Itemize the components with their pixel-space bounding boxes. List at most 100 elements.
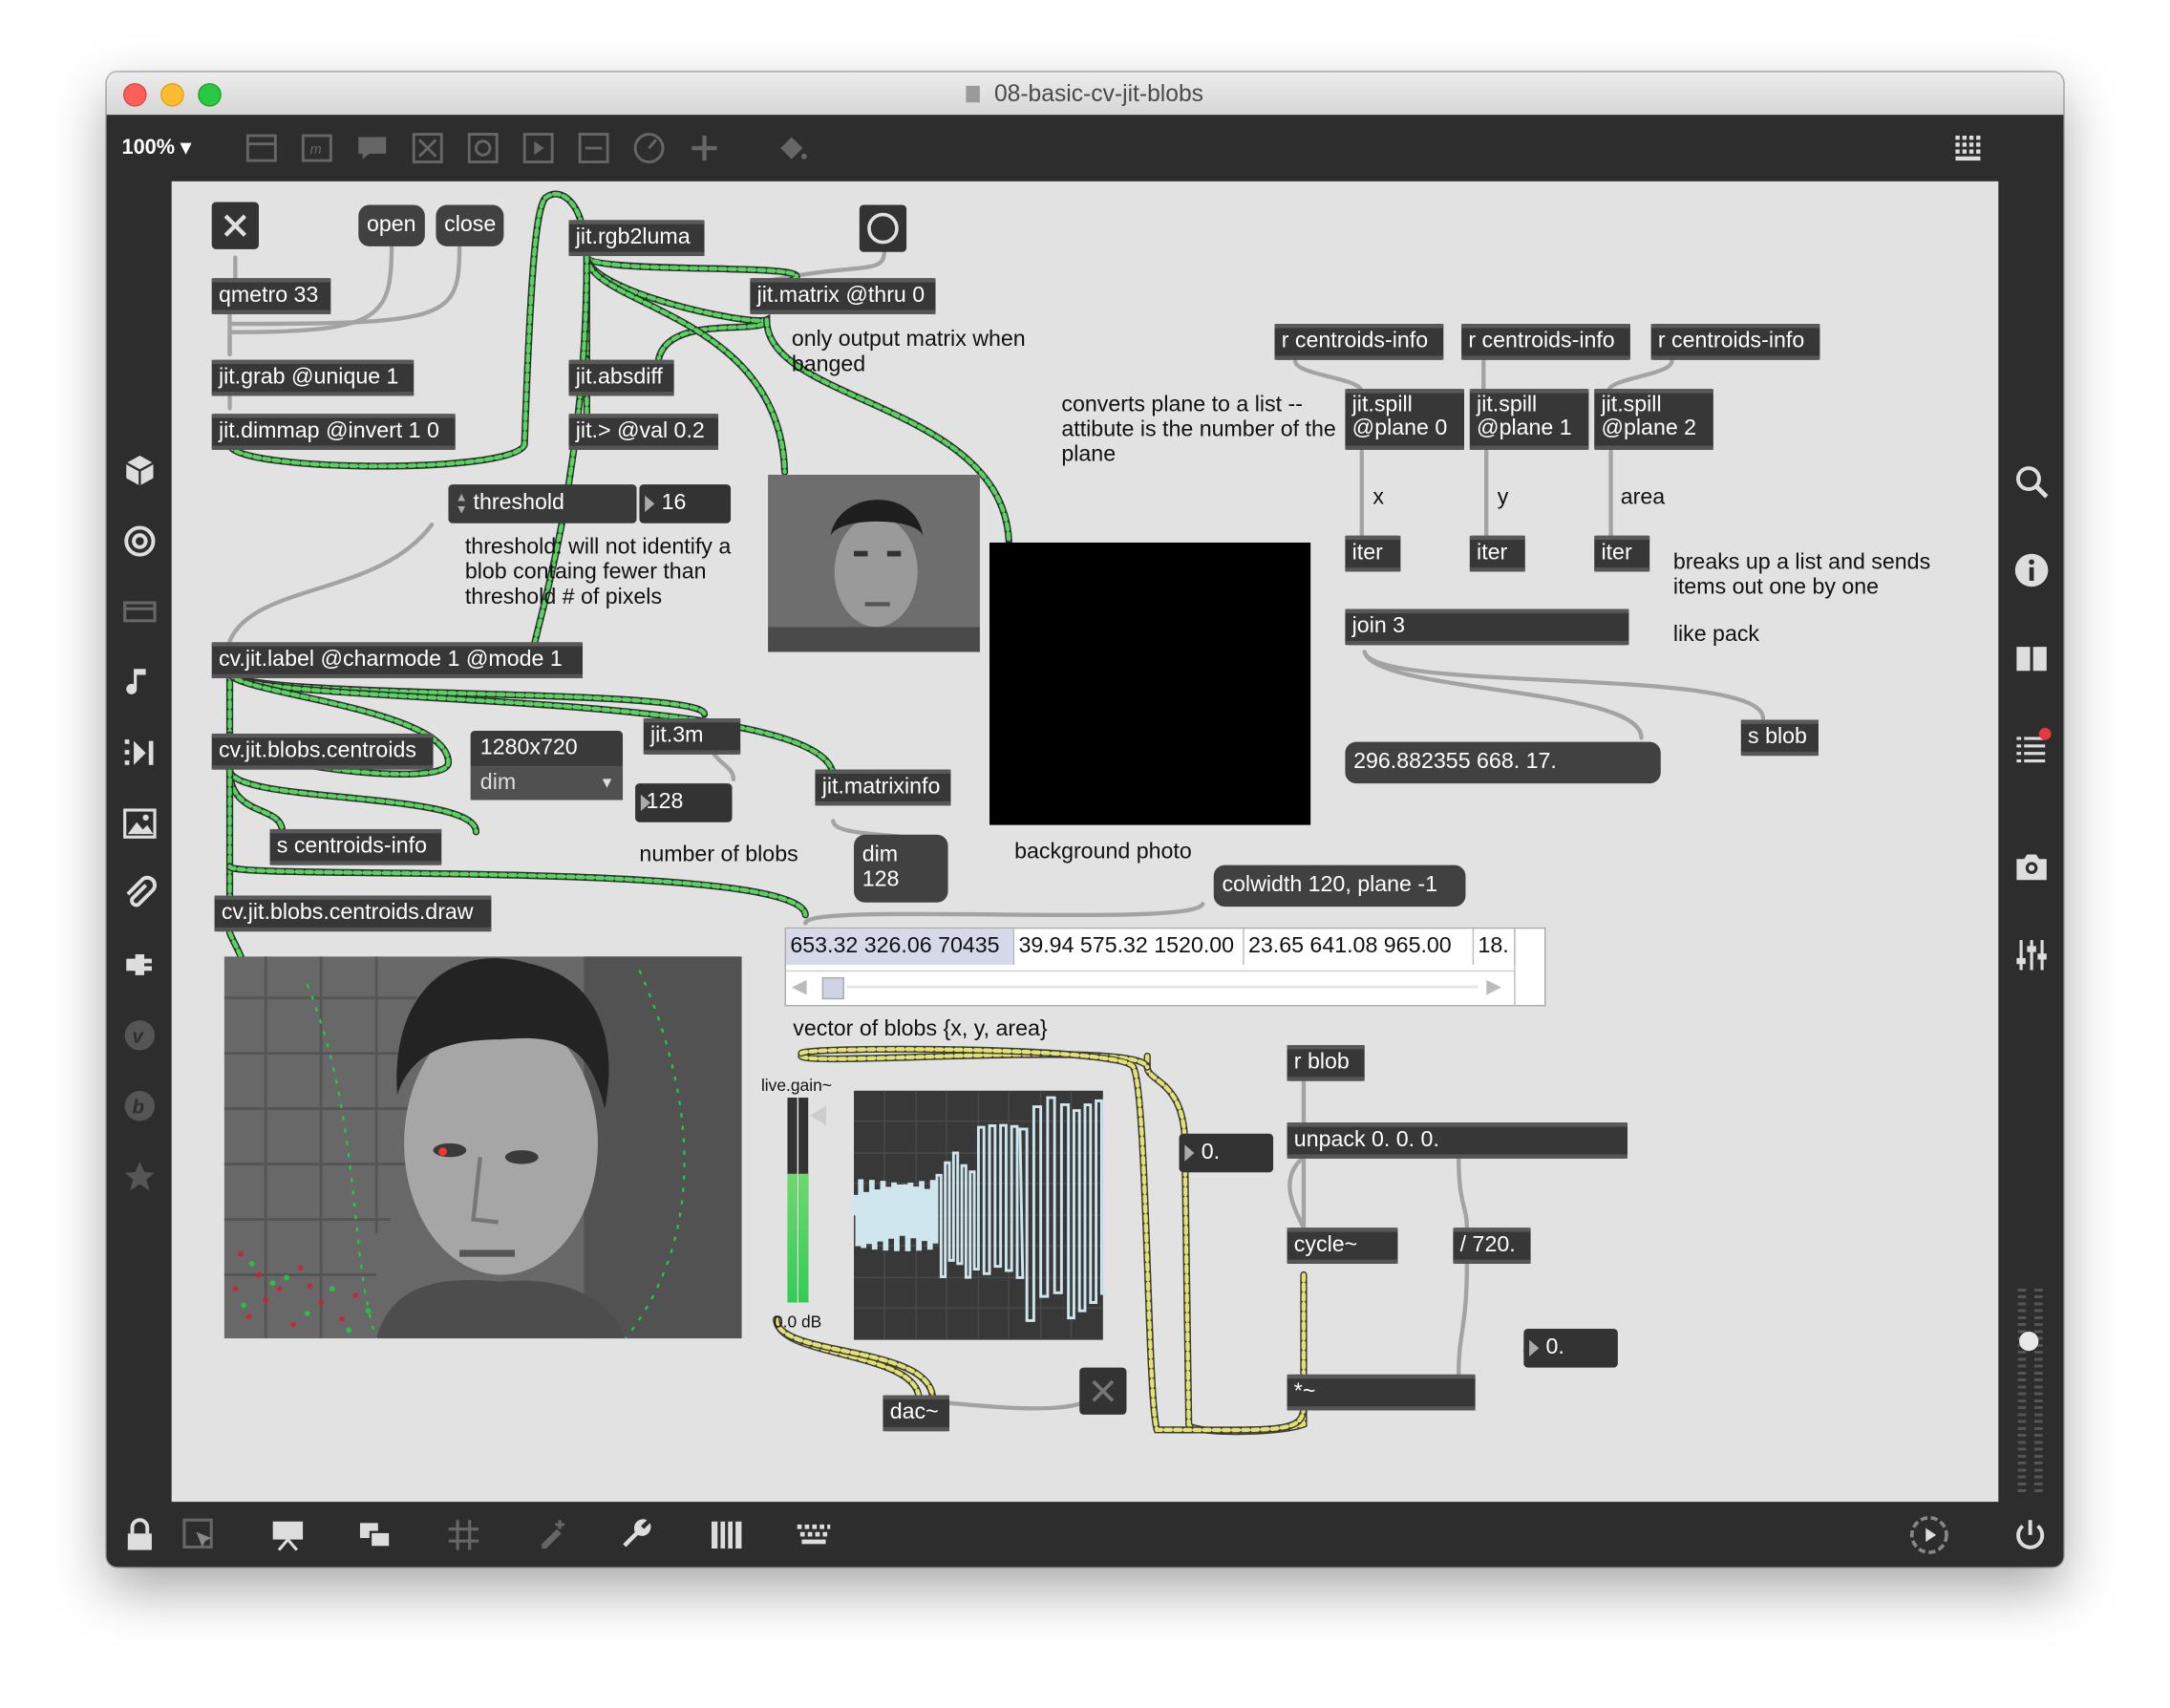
jit-cellblock[interactable]: 653.32 326.06 70435 39.94 575.32 1520.00… — [784, 927, 1546, 1007]
step-icon[interactable] — [122, 735, 159, 771]
layout-icon[interactable] — [122, 594, 159, 630]
cellblock-cell-1[interactable]: 653.32 326.06 70435 — [786, 929, 1015, 965]
windows-icon[interactable] — [357, 1517, 394, 1553]
add-object-icon[interactable] — [688, 132, 721, 165]
jit-grab-object[interactable]: jit.grab @unique 1 — [211, 359, 415, 396]
s-blob-object[interactable]: s blob — [1740, 719, 1819, 757]
dial-object-icon[interactable] — [632, 132, 666, 165]
b-icon[interactable]: b — [122, 1088, 159, 1124]
patch-canvas[interactable]: open close qmetro 33 jit.grab @unique 1 … — [171, 181, 1999, 1503]
blob-count-number[interactable]: 128 — [635, 783, 733, 822]
divide-object[interactable]: / 720. — [1453, 1228, 1531, 1264]
live-gain-slider[interactable] — [786, 1098, 827, 1305]
float-number-1[interactable]: 0. — [1179, 1133, 1274, 1173]
scroll-left-arrow-icon[interactable]: ◀ — [792, 974, 807, 998]
cv-jit-blobs-centroids-draw-object[interactable]: cv.jit.blobs.centroids.draw — [214, 895, 492, 932]
gain-handle-icon[interactable] — [809, 1105, 827, 1126]
grid-icon[interactable] — [446, 1517, 482, 1553]
cv-jit-label-object[interactable]: cv.jit.label @charmode 1 @mode 1 — [211, 642, 584, 679]
master-volume-slider[interactable] — [2015, 1289, 2046, 1497]
qmetro-object[interactable]: qmetro 33 — [211, 278, 331, 314]
message-box-icon[interactable]: m — [300, 132, 333, 165]
join-object[interactable]: join 3 — [1345, 608, 1629, 646]
float-number-2[interactable]: 0. — [1523, 1329, 1618, 1368]
camera-icon[interactable] — [2013, 848, 2050, 885]
select-icon[interactable] — [181, 1517, 218, 1553]
jit-matrixinfo-object[interactable]: jit.matrixinfo — [815, 769, 951, 806]
presentation-icon[interactable] — [270, 1517, 307, 1553]
slider-object-icon[interactable] — [577, 132, 610, 165]
colwidth-message[interactable]: colwidth 120, plane -1 — [1213, 865, 1466, 907]
s-centroids-info-object[interactable]: s centroids-info — [269, 828, 442, 865]
mixer-icon[interactable] — [2013, 937, 2050, 973]
jit-spill-plane0-object[interactable]: jit.spill @plane 0 — [1345, 389, 1465, 450]
piano-icon[interactable] — [709, 1517, 745, 1553]
image-icon[interactable] — [122, 805, 159, 842]
r-blob-object[interactable]: r blob — [1287, 1044, 1365, 1081]
dim-message[interactable]: dim 128 — [854, 834, 948, 903]
power-icon[interactable] — [2012, 1517, 2049, 1553]
split-view-icon[interactable] — [2013, 641, 2050, 677]
jit-matrix-thru-object[interactable]: jit.matrix @thru 0 — [750, 278, 936, 314]
cv-jit-blobs-centroids-object[interactable]: cv.jit.blobs.centroids — [211, 733, 434, 770]
music-note-icon[interactable] — [122, 665, 159, 701]
jit-gt-object[interactable]: jit.> @val 0.2 — [568, 414, 719, 450]
scroll-thumb[interactable] — [821, 976, 844, 1000]
play-object-icon[interactable] — [521, 132, 555, 165]
wrench-icon[interactable] — [620, 1517, 656, 1553]
cellblock-cell-4[interactable]: 18. — [1474, 929, 1516, 965]
multiply-signal-object[interactable]: *~ — [1287, 1374, 1476, 1411]
paperclip-icon[interactable] — [122, 875, 159, 912]
resolution-message[interactable]: 1280x720 — [470, 731, 624, 767]
jit-spill-plane2-object[interactable]: jit.spill @plane 2 — [1594, 389, 1713, 450]
jit-absdiff-object[interactable]: jit.absdiff — [568, 359, 674, 396]
lock-icon[interactable] — [122, 1517, 159, 1553]
jit-3m-object[interactable]: jit.3m — [643, 718, 741, 755]
r-centroids-info-object-2[interactable]: r centroids-info — [1461, 324, 1630, 360]
bang-button[interactable] — [859, 204, 907, 252]
bang-circle-icon — [867, 212, 899, 245]
list-icon[interactable] — [2013, 728, 2052, 766]
breaks-comment: breaks up a list and sends items out one… — [1672, 550, 1931, 600]
unpack-object[interactable]: unpack 0. 0. 0. — [1287, 1122, 1628, 1159]
object-box-icon[interactable] — [245, 132, 278, 165]
ezdac-button[interactable] — [1079, 1367, 1127, 1415]
search-icon[interactable] — [2013, 463, 2050, 500]
grid-view-icon[interactable] — [1953, 132, 1987, 165]
info-icon[interactable] — [2013, 552, 2050, 588]
toggle-object-icon[interactable] — [466, 132, 500, 165]
paint-bucket-icon[interactable] — [775, 132, 808, 165]
toggle-button[interactable] — [211, 202, 259, 249]
comment-icon[interactable] — [355, 132, 389, 165]
close-message[interactable]: close — [436, 204, 504, 246]
cube-icon[interactable] — [122, 453, 159, 489]
jit-rgb2luma-object[interactable]: jit.rgb2luma — [568, 220, 705, 257]
snap-icon[interactable] — [533, 1517, 569, 1553]
iter-object-1[interactable]: iter — [1345, 535, 1401, 572]
cycle-object[interactable]: cycle~ — [1287, 1228, 1398, 1264]
dim-menu[interactable]: dim ▼ — [470, 766, 624, 801]
dac-object[interactable]: dac~ — [883, 1395, 950, 1432]
keyboard-icon[interactable] — [796, 1517, 832, 1553]
cellblock-cell-2[interactable]: 39.94 575.32 1520.00 — [1014, 929, 1245, 965]
jit-spill-plane1-object[interactable]: jit.spill @plane 1 — [1469, 389, 1589, 450]
open-message[interactable]: open — [358, 204, 425, 246]
target-icon[interactable] — [122, 523, 159, 560]
threshold-number-box[interactable]: ▲ ▼ threshold — [448, 484, 637, 523]
iter-object-2[interactable]: iter — [1469, 535, 1525, 572]
iter-object-3[interactable]: iter — [1594, 535, 1650, 572]
scroll-right-arrow-icon[interactable]: ▶ — [1486, 974, 1501, 998]
v-icon[interactable]: v — [122, 1017, 159, 1054]
cellblock-hscroll[interactable]: ◀ ▶ — [786, 970, 1515, 1005]
star-icon[interactable] — [122, 1159, 159, 1195]
join-output-message[interactable]: 296.882355 668. 17. — [1345, 741, 1661, 784]
cellblock-cell-3[interactable]: 23.65 641.08 965.00 — [1245, 929, 1475, 965]
plug-icon[interactable] — [122, 947, 159, 983]
jit-dimmap-object[interactable]: jit.dimmap @invert 1 0 — [211, 414, 456, 450]
threshold-value-number[interactable]: 16 — [639, 484, 732, 523]
r-centroids-info-object-1[interactable]: r centroids-info — [1274, 324, 1444, 360]
zoom-menu[interactable]: 100% ▾ — [122, 135, 192, 160]
transport-icon[interactable] — [1908, 1514, 1949, 1555]
button-object-icon[interactable] — [411, 132, 444, 165]
r-centroids-info-object-3[interactable]: r centroids-info — [1650, 324, 1820, 360]
